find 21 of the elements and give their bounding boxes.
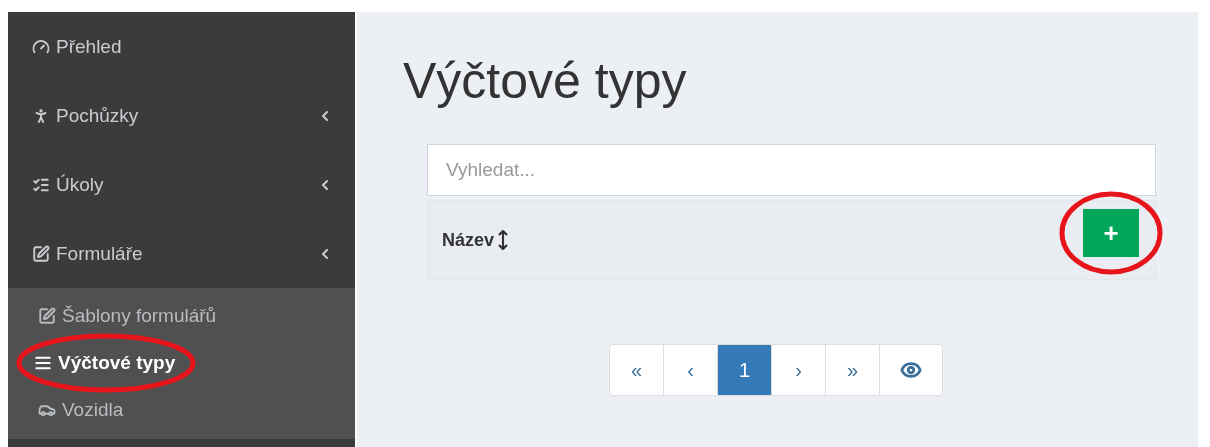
submenu-item[interactable]: Šablony formulářů <box>8 292 355 339</box>
sidebar-item[interactable]: Úkoly <box>8 150 355 219</box>
page-button[interactable]: » <box>825 344 880 396</box>
sidebar-item[interactable]: Přehled <box>8 12 355 81</box>
sidebar-item[interactable]: Formuláře <box>8 219 355 288</box>
view-button[interactable] <box>879 344 943 396</box>
page-button[interactable]: ‹ <box>663 344 718 396</box>
page-button[interactable]: › <box>771 344 826 396</box>
search-field[interactable]: Vyhledat... <box>427 144 1156 196</box>
sidebar-item[interactable]: Pochůzky <box>8 81 355 150</box>
page-button[interactable]: « <box>609 344 664 396</box>
column-header[interactable]: Název <box>442 229 509 251</box>
page-button[interactable]: 1 <box>717 344 772 396</box>
page-title: Výčtové typy <box>403 52 688 110</box>
edit-icon <box>38 306 56 325</box>
edit-icon <box>32 244 50 263</box>
add-button[interactable]: + <box>1083 209 1139 257</box>
eye-icon <box>900 359 922 381</box>
submenu-item[interactable]: Vozidla <box>8 386 355 433</box>
submenu-item[interactable]: Výčtové typy <box>8 339 355 386</box>
gauge-icon <box>32 37 50 56</box>
